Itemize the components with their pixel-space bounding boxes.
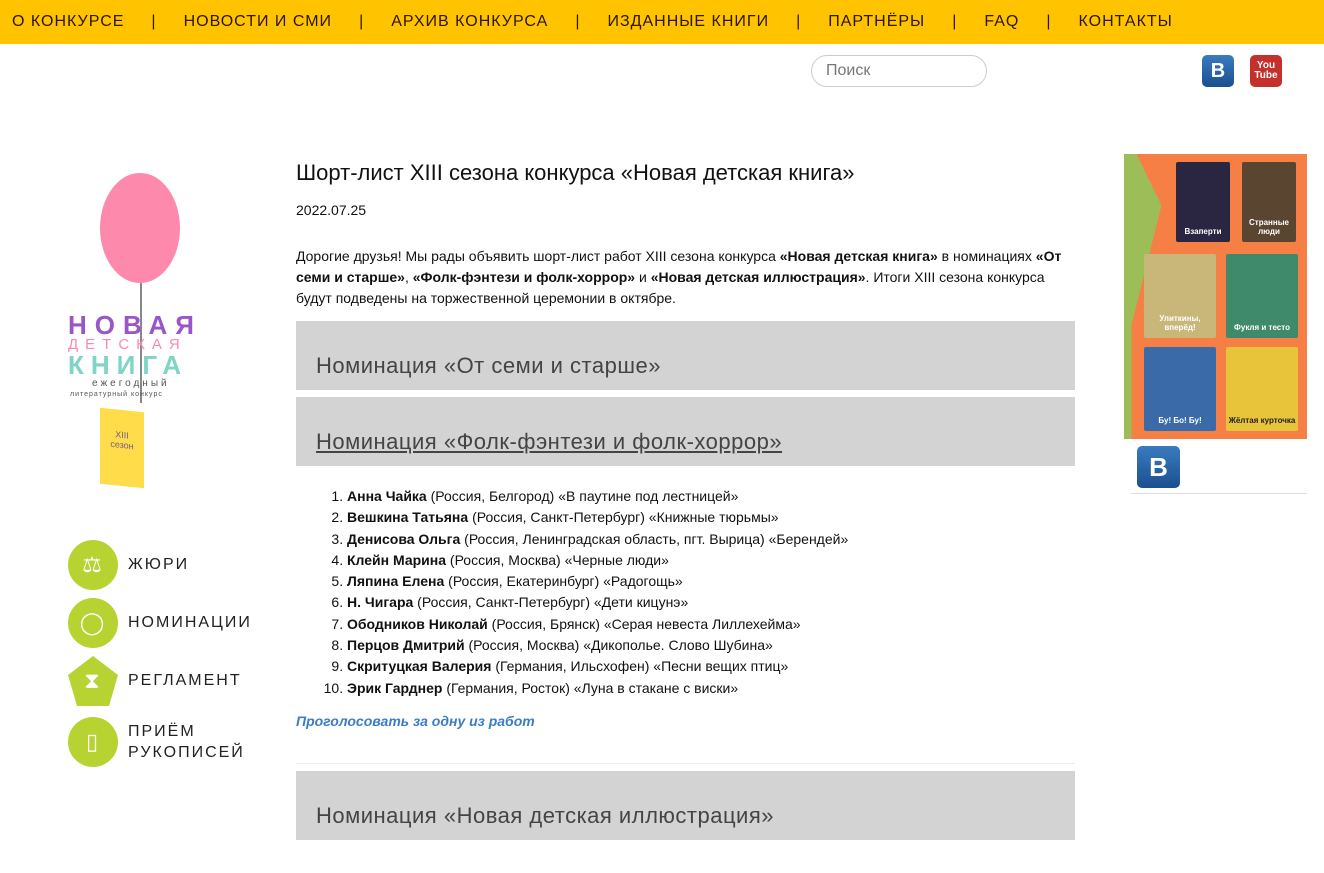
book-cover[interactable]: Жёлтая курточка <box>1226 347 1298 431</box>
menu-label: ПРИЁМ РУКОПИСЕЙ <box>128 723 245 761</box>
shortlist-item: Денисова Ольга (Россия, Ленинградская об… <box>347 529 1075 550</box>
nomination-accordion-folk[interactable]: Номинация «Фолк-фэнтези и фолк-хоррор» <box>296 397 1075 466</box>
book-cover[interactable]: Улиткины, вперёд! <box>1144 254 1216 338</box>
logo-sub: ежегодный <box>92 378 170 389</box>
author-name: Вешкина Татьяна <box>347 509 469 526</box>
nav-partners[interactable]: ПАРТНЁРЫ <box>828 13 925 31</box>
author-name: Скритуцкая Валерия <box>347 658 492 675</box>
shortlist-item: Вешкина Татьяна (Россия, Санкт-Петербург… <box>347 507 1075 528</box>
intro-text: Дорогие друзья! Мы рады объявить шорт-ли… <box>296 248 780 264</box>
side-menu-manuscripts[interactable]: ▯ ПРИЁМ РУКОПИСЕЙ <box>68 710 258 774</box>
work-info: (Германия, Росток) «Луна в стакане с вис… <box>442 679 739 696</box>
work-info: (Россия, Ленинградская область, пгт. Выр… <box>460 530 849 547</box>
nav-separator: | <box>952 13 958 30</box>
shortlist-item: Эрик Гарднер (Германия, Росток) «Луна в … <box>347 678 1075 699</box>
article-date: 2022.07.25 <box>296 202 367 218</box>
author-name: Клейн Марина <box>347 551 447 568</box>
work-info: (Россия, Санкт-Петербург) «Дети кицунэ» <box>413 594 689 611</box>
work-info: (Россия, Брянск) «Серая невеста Лиллехей… <box>487 615 801 632</box>
intro-bold: «Новая детская иллюстрация» <box>650 269 866 285</box>
book-cover[interactable]: Бу! Бо! Бу! <box>1144 347 1216 431</box>
intro-bold: «Фолк-фэнтези и фолк-хоррор» <box>412 269 636 285</box>
work-info: (Россия, Санкт-Петербург) «Книжные тюрьм… <box>468 509 779 526</box>
article-intro: Дорогие друзья! Мы рады объявить шорт-ли… <box>296 246 1075 309</box>
book-icon: XIII сезон <box>100 407 144 489</box>
nav-archive[interactable]: АРХИВ КОНКУРСА <box>391 13 548 31</box>
author-name: Денисова Ольга <box>347 530 461 547</box>
nomination-accordion-7plus[interactable]: Номинация «От семи и старше» <box>296 321 1075 390</box>
work-info: (Россия, Москва) «Дикополье. Слово Шубин… <box>464 637 773 654</box>
side-menu-jury[interactable]: ⚖ ЖЮРИ <box>68 536 258 594</box>
nav-separator: | <box>1046 13 1052 30</box>
hourglass-icon: ⧗ <box>68 656 118 706</box>
book-cover[interactable]: Взаперти <box>1176 162 1230 242</box>
nav-separator: | <box>796 13 802 30</box>
shortlist: Анна Чайка (Россия, Белгород) «В паутине… <box>296 466 1075 699</box>
shortlist-item: Анна Чайка (Россия, Белгород) «В паутине… <box>347 486 1075 507</box>
intro-bold: «Новая детская книга» <box>779 248 938 264</box>
shortlist-item: Н. Чигара (Россия, Санкт-Петербург) «Дет… <box>347 592 1075 613</box>
search-input[interactable]: Поиск <box>811 55 987 87</box>
logo-sub: литературный конкурс <box>70 391 163 398</box>
top-nav: О КОНКУРСЕ | НОВОСТИ И СМИ | АРХИВ КОНКУРС… <box>0 0 1324 44</box>
shortlist-item: Ободников Николай (Россия, Брянск) «Сера… <box>347 614 1075 635</box>
youtube-icon[interactable]: You Tube <box>1250 55 1282 87</box>
article: Шорт-лист XIII сезона конкурса «Новая де… <box>296 160 1075 840</box>
book-cover[interactable]: Фукля и тесто <box>1226 254 1298 338</box>
menu-label: ЖЮРИ <box>128 556 190 573</box>
logo[interactable]: НОВАЯ ДЕТСКАЯ КНИГА ежегодный литературн… <box>68 170 198 490</box>
author-name: Ободников Николай <box>347 615 488 632</box>
intro-text: и <box>635 269 651 285</box>
nav-contacts[interactable]: КОНТАКТЫ <box>1079 13 1173 31</box>
menu-label: НОМИНАЦИИ <box>128 614 252 631</box>
page-title: Шорт-лист XIII сезона конкурса «Новая де… <box>296 160 855 185</box>
vk-icon[interactable]: B <box>1202 55 1234 87</box>
balloon-icon <box>100 173 180 283</box>
work-info: (Россия, Москва) «Черные люди» <box>446 551 669 568</box>
books-banner[interactable]: Взаперти Странные люди Улиткины, вперёд!… <box>1124 154 1307 439</box>
side-menu: ⚖ ЖЮРИ ◯ НОМИНАЦИИ ⧗ РЕГЛАМЕНТ ▯ ПРИЁМ РУКОП… <box>68 536 258 774</box>
youtube-label: Tube <box>1254 70 1278 81</box>
author-name: Перцов Дмитрий <box>347 637 465 654</box>
intro-text: в номинациях <box>937 248 1036 264</box>
shortlist-item: Клейн Марина (Россия, Москва) «Черные лю… <box>347 550 1075 571</box>
intro-text: , <box>404 269 413 285</box>
nav-books[interactable]: ИЗДАННЫЕ КНИГИ <box>607 13 769 31</box>
nav-about[interactable]: О КОНКУРСЕ <box>12 13 124 31</box>
book-cover[interactable]: Странные люди <box>1242 162 1296 242</box>
work-info: (Германия, Ильсхофен) «Песни вещих птиц» <box>491 658 789 675</box>
vk-widget-icon[interactable]: B <box>1137 446 1180 488</box>
nav-news[interactable]: НОВОСТИ И СМИ <box>184 13 332 31</box>
shortlist-item: Перцов Дмитрий (Россия, Москва) «Дикопол… <box>347 635 1075 656</box>
side-menu-rules[interactable]: ⧗ РЕГЛАМЕНТ <box>68 652 258 710</box>
nomination-accordion-illustration[interactable]: Номинация «Новая детская иллюстрация» <box>296 770 1075 840</box>
author-name: Эрик Гарднер <box>347 679 443 696</box>
author-name: Анна Чайка <box>347 488 427 504</box>
work-info: (Россия, Белгород) «В паутине под лестни… <box>426 488 739 504</box>
nav-separator: | <box>359 13 365 30</box>
balloons-icon: ◯ <box>68 598 118 648</box>
vote-link[interactable]: Проголосовать за одну из работ <box>296 713 1075 764</box>
nav-faq[interactable]: FAQ <box>984 13 1019 31</box>
book-icon: ▯ <box>68 717 118 767</box>
logo-line3: КНИГА <box>68 350 189 380</box>
scales-icon: ⚖ <box>68 540 118 590</box>
shortlist-item: Ляпина Елена (Россия, Екатеринбург) «Рад… <box>347 571 1075 592</box>
nav-separator: | <box>575 13 581 30</box>
side-menu-nominations[interactable]: ◯ НОМИНАЦИИ <box>68 594 258 652</box>
author-name: Ляпина Елена <box>347 573 445 590</box>
divider <box>1131 493 1307 494</box>
menu-label: РЕГЛАМЕНТ <box>128 672 242 689</box>
work-info: (Россия, Екатеринбург) «Радогощь» <box>444 573 683 590</box>
shortlist-item: Скритуцкая Валерия (Германия, Ильсхофен)… <box>347 656 1075 677</box>
nav-separator: | <box>151 13 157 30</box>
author-name: Н. Чигара <box>347 594 414 611</box>
